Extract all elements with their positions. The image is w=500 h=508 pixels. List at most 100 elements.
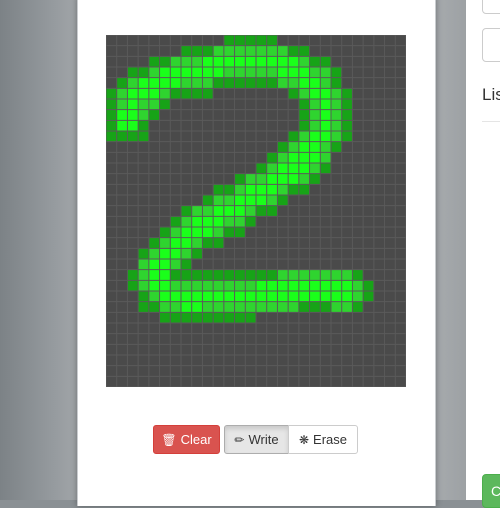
right-panel-button[interactable]: C (482, 474, 500, 508)
drawn-pixel (298, 141, 310, 153)
drawn-pixel (331, 131, 342, 142)
drawn-pixel (277, 173, 289, 185)
drawn-pixel (116, 120, 128, 131)
drawn-pixel (191, 312, 203, 323)
right-panel-button-label: C (491, 483, 500, 499)
drawn-pixel (116, 77, 128, 89)
drawn-pixel (202, 301, 214, 313)
write-mode-button[interactable]: ✏ Write (224, 425, 289, 454)
erase-mode-button[interactable]: ❋ Erase (288, 425, 358, 454)
drawn-pixel (245, 301, 256, 313)
drawn-pixel (309, 291, 321, 302)
drawn-pixel (116, 99, 128, 110)
drawn-pixel (320, 67, 331, 78)
drawn-pixel (256, 56, 267, 67)
drawn-pixel (148, 77, 160, 89)
drawn-pixel (309, 99, 321, 110)
drawn-pixel (159, 237, 171, 249)
drawn-pixel (320, 152, 331, 163)
drawn-pixel (159, 280, 171, 291)
drawn-pixel (138, 77, 149, 89)
page-background-gap (434, 0, 466, 500)
drawn-pixel (213, 77, 224, 89)
drawn-pixel (159, 77, 171, 89)
drawn-pixel (234, 205, 246, 217)
pixel-grid[interactable] (106, 35, 406, 387)
write-button-label: Write (248, 432, 279, 447)
drawn-pixel (159, 248, 171, 259)
drawn-pixel (138, 291, 149, 302)
drawn-pixel (234, 269, 246, 281)
drawn-pixel (298, 99, 310, 110)
drawn-pixel (170, 291, 181, 302)
drawn-pixel (148, 88, 160, 99)
drawn-pixel (159, 269, 171, 281)
drawn-pixel (202, 237, 214, 249)
right-panel: Lis C (466, 0, 500, 508)
drawn-pixel (320, 291, 331, 302)
drawn-pixel (213, 216, 224, 227)
drawn-pixel (181, 77, 192, 89)
right-panel-heading: Lis (482, 85, 500, 104)
drawn-pixel (256, 77, 267, 89)
drawn-pixel (202, 77, 214, 89)
drawn-pixel (181, 248, 192, 259)
drawn-pixel (159, 291, 171, 302)
drawn-pixel (277, 67, 289, 78)
drawn-pixel (213, 280, 224, 291)
drawn-pixel (159, 99, 171, 110)
drawn-pixel (170, 56, 181, 67)
drawn-pixel (170, 259, 181, 270)
drawn-pixel (277, 163, 289, 174)
drawn-pixel (223, 77, 235, 89)
drawn-pixel (202, 312, 214, 323)
drawn-pixel (266, 77, 278, 89)
drawn-pixel (256, 67, 267, 78)
drawn-pixel (181, 237, 192, 249)
drawn-pixel (223, 227, 235, 238)
drawn-pixel (277, 77, 289, 89)
drawn-pixel (256, 45, 267, 57)
drawn-pixel (148, 259, 160, 270)
drawn-pixel (202, 291, 214, 302)
drawn-pixel (191, 67, 203, 78)
drawn-pixel (298, 109, 310, 121)
right-panel-input-top[interactable] (482, 0, 500, 14)
drawn-pixel (256, 195, 267, 206)
drawn-pixel (191, 280, 203, 291)
drawn-pixel (320, 77, 331, 89)
drawn-pixel (277, 269, 289, 281)
drawn-pixel (116, 109, 128, 121)
drawn-pixel (298, 301, 310, 313)
drawn-pixel (245, 173, 256, 185)
drawing-canvas[interactable] (106, 35, 406, 387)
drawn-pixel (266, 205, 278, 217)
drawn-pixel (309, 280, 321, 291)
drawn-pixel (213, 291, 224, 302)
drawn-pixel (127, 269, 139, 281)
drawn-pixel (309, 56, 321, 67)
drawn-pixel (127, 131, 139, 142)
drawn-pixel (191, 45, 203, 57)
drawn-pixel (309, 269, 321, 281)
drawn-pixel (298, 88, 310, 99)
drawn-pixel (138, 67, 149, 78)
drawn-pixel (277, 291, 289, 302)
drawn-pixel (148, 99, 160, 110)
drawn-pixel (234, 56, 246, 67)
drawn-pixel (288, 163, 299, 174)
drawn-pixel (309, 109, 321, 121)
drawn-pixel (277, 45, 289, 57)
drawn-pixel (191, 248, 203, 259)
clear-button[interactable]: 🗑 Clear (153, 425, 220, 454)
drawn-pixel (309, 163, 321, 174)
drawn-pixel (213, 45, 224, 57)
asterisk-icon: ❋ (298, 432, 310, 447)
drawn-pixel (245, 56, 256, 67)
right-panel-input[interactable] (482, 28, 500, 62)
drawn-pixel (256, 184, 267, 195)
drawn-pixel (331, 120, 342, 131)
drawn-pixel (159, 227, 171, 238)
drawn-pixel (288, 77, 299, 89)
drawn-pixel (170, 280, 181, 291)
